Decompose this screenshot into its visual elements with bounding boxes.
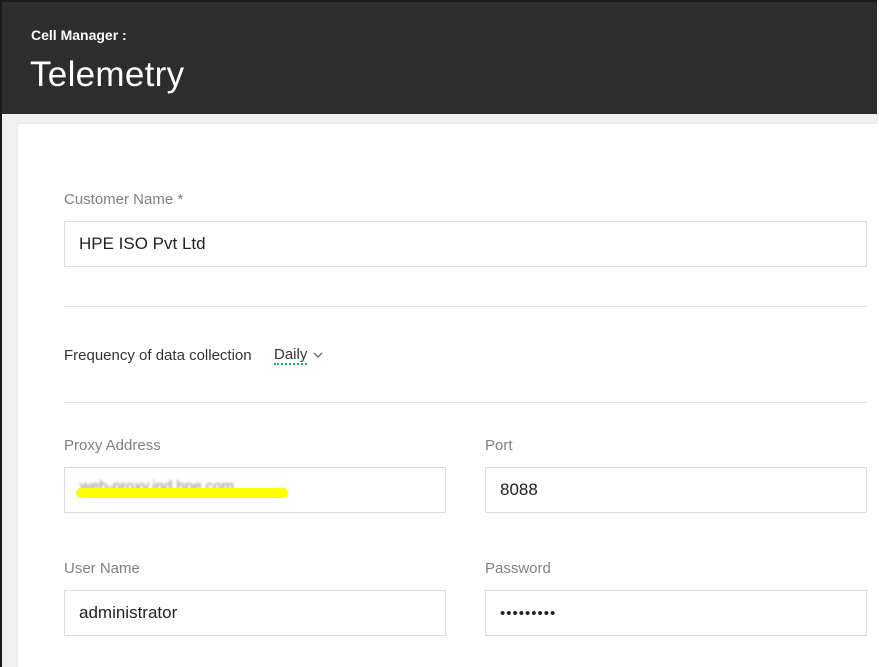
redaction-highlight [76,488,288,498]
section-divider [64,306,867,307]
customer-name-value: HPE ISO Pvt Ltd [79,234,206,253]
page-title: Telemetry [30,55,185,94]
telemetry-window: Cell Manager : Telemetry Customer Name *… [0,0,877,667]
password-label: Password [485,560,551,577]
port-value: 8088 [500,480,538,499]
user-name-label: User Name [64,560,140,577]
breadcrumb: Cell Manager : [31,27,127,43]
port-label: Port [485,437,513,454]
frequency-value: Daily [274,346,308,365]
user-name-field[interactable]: administrator [64,590,446,636]
page-header: Cell Manager : Telemetry [2,2,877,114]
frequency-select[interactable]: Daily [274,346,323,365]
customer-name-field[interactable]: HPE ISO Pvt Ltd [64,221,867,267]
proxy-address-label: Proxy Address [64,437,161,454]
section-divider [64,402,867,403]
user-name-value: administrator [79,603,178,622]
frequency-label: Frequency of data collection [64,347,252,364]
chevron-down-icon [313,352,323,358]
customer-name-label: Customer Name * [64,191,184,208]
port-field[interactable]: 8088 [485,467,867,513]
password-value: ••••••••• [500,604,557,622]
password-field[interactable]: ••••••••• [485,590,867,636]
